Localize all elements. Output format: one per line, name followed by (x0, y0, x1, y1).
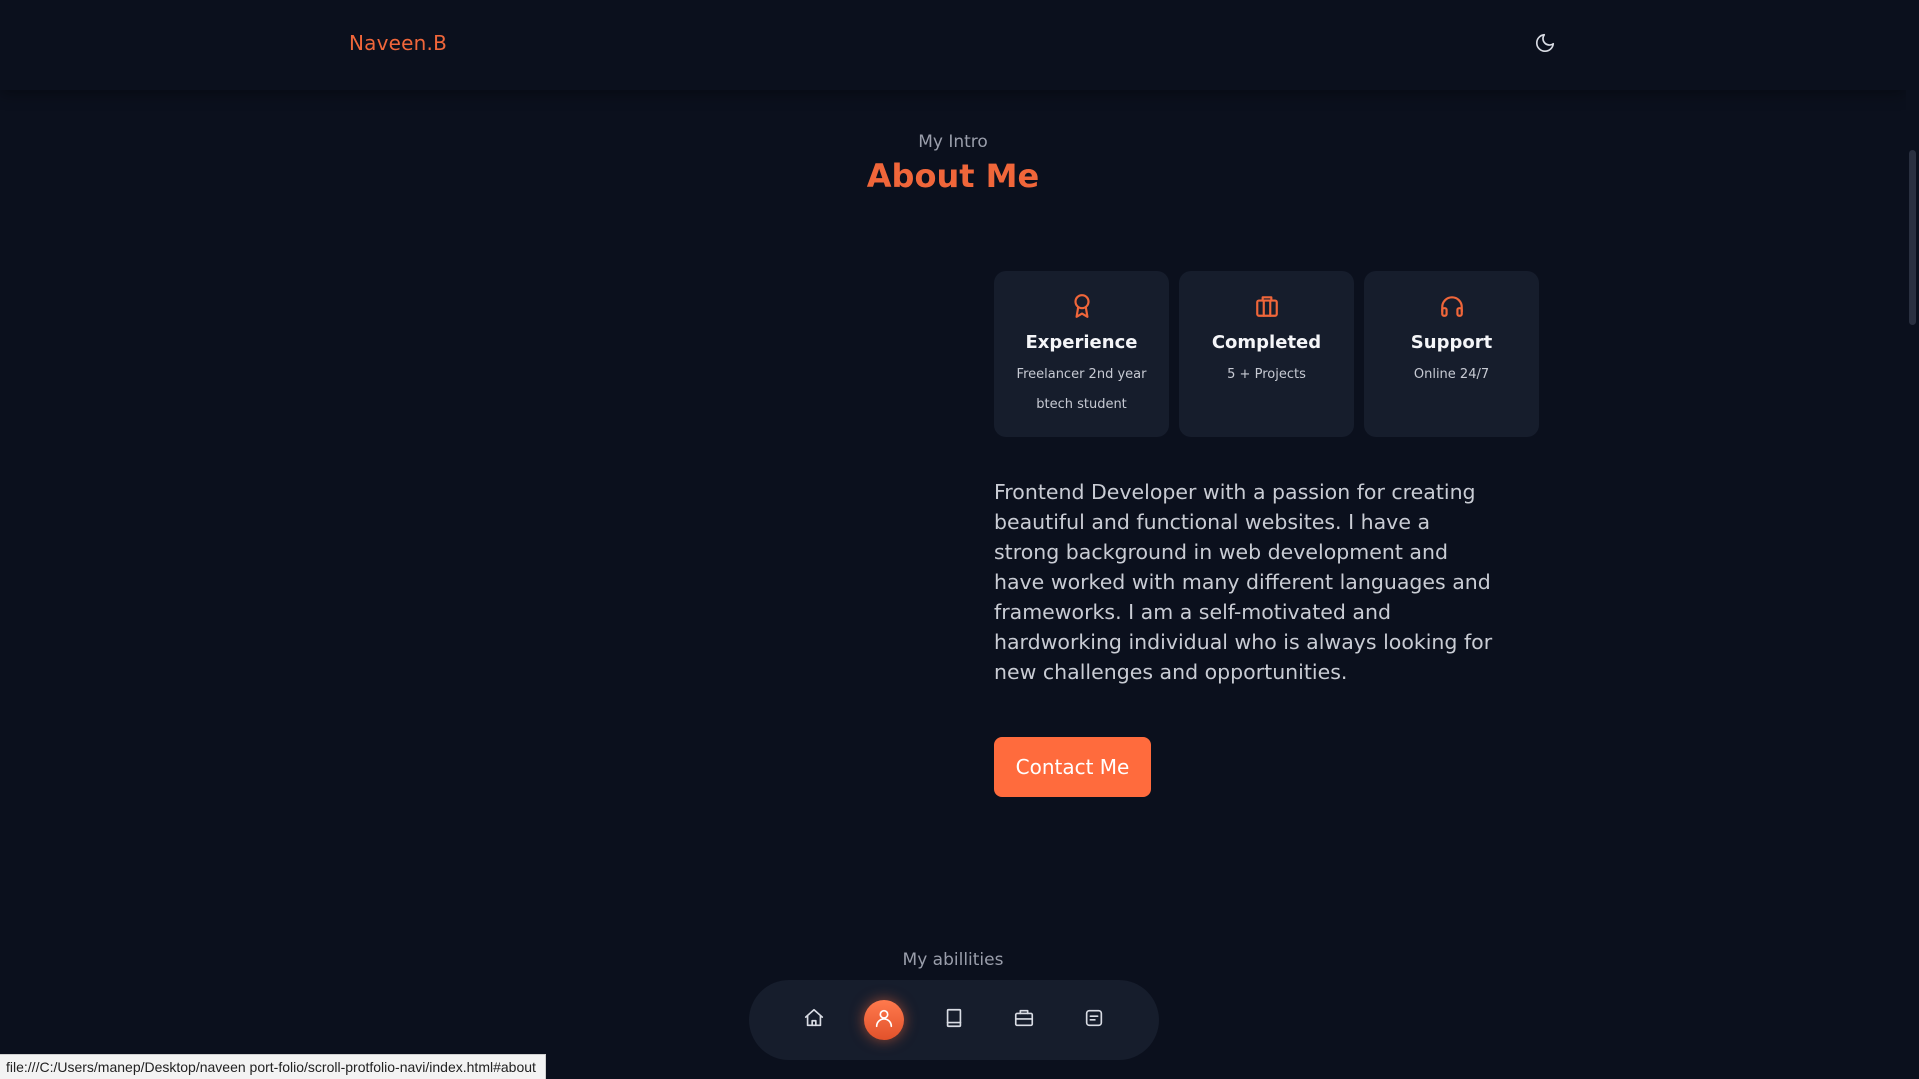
nav-item-services[interactable] (1004, 1000, 1044, 1040)
card-subtitle: Freelancer 2nd year btech student (1016, 367, 1147, 412)
header: Naveen.B (0, 0, 1906, 90)
home-icon (803, 1007, 825, 1033)
info-cards: Experience Freelancer 2nd year btech stu… (994, 271, 1539, 437)
briefcase-icon (1013, 1007, 1035, 1033)
info-card-support: Support Online 24/7 (1364, 271, 1539, 437)
nav-item-skills[interactable] (934, 1000, 974, 1040)
browser-status-bar: file:///C:/Users/manep/Desktop/naveen po… (0, 1054, 546, 1079)
section-subtitle: My Intro (918, 132, 988, 152)
contact-me-button[interactable]: Contact Me (994, 737, 1151, 797)
briefcase-icon (1252, 291, 1282, 321)
user-icon (873, 1007, 895, 1033)
moon-icon (1534, 32, 1556, 58)
info-card-experience: Experience Freelancer 2nd year btech stu… (994, 271, 1169, 437)
info-card-completed: Completed 5 + Projects (1179, 271, 1354, 437)
card-title: Completed (1211, 332, 1322, 353)
nav-item-contact[interactable] (1074, 1000, 1114, 1040)
card-title: Experience (1025, 332, 1138, 353)
nav-item-home[interactable] (794, 1000, 834, 1040)
card-subtitle: Online 24/7 (1413, 367, 1490, 382)
bottom-nav (749, 980, 1159, 1060)
book-icon (943, 1007, 965, 1033)
about-description: Frontend Developer with a passion for cr… (994, 480, 1493, 684)
nav-item-about[interactable] (864, 1000, 904, 1040)
card-subtitle: 5 + Projects (1227, 367, 1306, 382)
vertical-scrollbar[interactable] (1906, 0, 1919, 1079)
section-title: About Me (866, 157, 1040, 195)
message-icon (1083, 1007, 1105, 1033)
logo-link[interactable]: Naveen.B (349, 31, 447, 55)
theme-toggle-button[interactable] (1530, 30, 1560, 60)
headphones-icon (1437, 291, 1467, 321)
award-icon (1067, 291, 1097, 321)
scrollbar-thumb[interactable] (1909, 150, 1916, 325)
page: Naveen.B My Intro About Me Experience Fr… (0, 0, 1919, 1079)
card-title: Support (1410, 332, 1493, 353)
skills-subtitle: My abillities (902, 950, 1004, 970)
